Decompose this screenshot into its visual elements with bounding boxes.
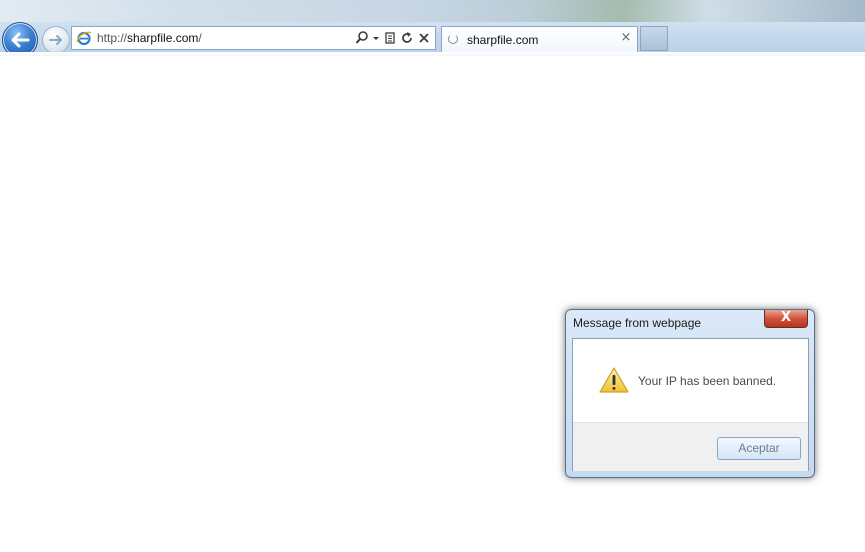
dialog-body: Your IP has been banned. Aceptar: [572, 338, 809, 471]
ok-button[interactable]: Aceptar: [717, 437, 801, 460]
forward-button[interactable]: [42, 26, 70, 54]
search-icon[interactable]: [355, 30, 369, 46]
url-domain: sharpfile.com: [127, 31, 199, 45]
dialog-footer: Aceptar: [573, 422, 808, 471]
address-bar-tools: [355, 30, 431, 46]
browser-toolbar: http://sharpfile.com/ sharpfile.com ×: [0, 0, 865, 56]
ie-logo-icon: [76, 31, 92, 46]
new-tab-icon[interactable]: [640, 26, 668, 51]
dialog-message: Your IP has been banned.: [638, 374, 777, 388]
loading-spinner-icon: [448, 34, 458, 44]
warning-icon: [599, 367, 629, 393]
close-icon[interactable]: ×: [619, 31, 633, 45]
refresh-icon[interactable]: [400, 30, 414, 46]
toolbar-divider: [0, 52, 865, 56]
stop-icon[interactable]: [417, 30, 431, 46]
tab-title: sharpfile.com: [467, 33, 539, 47]
dialog-close-button[interactable]: X: [764, 310, 808, 328]
window-title-bar: [0, 0, 865, 22]
message-dialog: Message from webpage X Your IP has been …: [565, 309, 815, 478]
url-suffix: /: [198, 31, 202, 45]
url-prefix: http://: [97, 31, 128, 45]
address-bar[interactable]: http://sharpfile.com/: [71, 26, 436, 50]
back-button[interactable]: [2, 22, 38, 56]
dropdown-arrow-icon[interactable]: [372, 30, 380, 46]
url-text[interactable]: http://sharpfile.com/: [97, 31, 202, 45]
compatibility-view-icon[interactable]: [383, 30, 397, 46]
browser-tab[interactable]: sharpfile.com ×: [441, 26, 638, 52]
dialog-title: Message from webpage: [573, 316, 702, 330]
back-arrow-icon: [11, 32, 30, 48]
forward-arrow-icon: [49, 35, 62, 45]
